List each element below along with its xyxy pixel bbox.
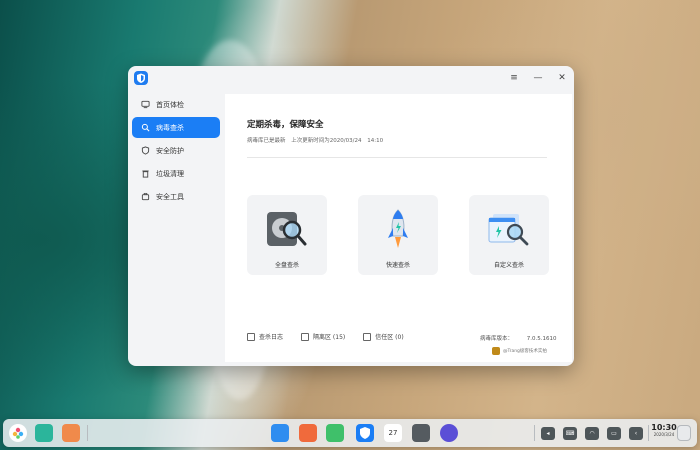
minimize-button[interactable]: — — [530, 70, 546, 86]
sidebar-item-label: 垃圾清理 — [156, 169, 184, 178]
version-value: 7.0.5.1610 — [526, 336, 557, 342]
custom-scan-card[interactable]: 自定义查杀 — [469, 195, 549, 275]
clock-date: 2020/3/24 — [653, 432, 675, 437]
sidebar-item-label: 病毒查杀 — [156, 123, 184, 132]
music-icon[interactable] — [326, 424, 344, 442]
keyboard-icon[interactable]: ⌨ — [563, 427, 577, 440]
quarantine-label: 隔离区 (15) — [313, 334, 346, 341]
trusted-zone-label: 信任区 (0) — [375, 334, 404, 341]
taskbar-dock: 27 ◂ ⌨ ◠ ▭ ‹ 10:30 2020/3/24 — [3, 419, 697, 447]
card-label: 全盘查杀 — [274, 262, 299, 269]
monitor-icon — [140, 100, 150, 110]
trust-icon — [363, 332, 372, 341]
trash-icon — [140, 169, 150, 179]
app-store-icon[interactable] — [299, 424, 317, 442]
volume-icon[interactable]: ◂ — [541, 427, 555, 440]
full-scan-card[interactable]: 全盘查杀 — [247, 195, 327, 275]
last-update-time: 14:10 — [367, 138, 384, 144]
clock[interactable]: 10:30 2020/3/24 — [651, 423, 677, 437]
file-manager-icon[interactable] — [271, 424, 289, 442]
tools-icon — [140, 192, 150, 202]
rocket-icon — [376, 208, 420, 250]
quick-scan-card[interactable]: 快速查杀 — [358, 195, 438, 275]
sidebar-item-tools[interactable]: 安全工具 — [132, 186, 220, 207]
wifi-icon[interactable]: ◠ — [585, 427, 599, 440]
titlebar: ≡ — ✕ — [128, 66, 574, 90]
sidebar-item-checkup[interactable]: 首页体检 — [132, 94, 220, 115]
sidebar-item-label: 安全防护 — [156, 146, 184, 155]
quarantine-icon — [301, 332, 310, 341]
menu-button[interactable]: ≡ — [506, 70, 522, 86]
card-label: 快速查杀 — [385, 262, 410, 269]
bottom-links: 查杀日志 隔离区 (15) 信任区 (0) — [247, 332, 422, 341]
watermark: @Trang极客技术实拍 — [492, 347, 547, 355]
security-center-icon[interactable] — [356, 424, 374, 442]
clock-time: 10:30 — [651, 423, 677, 432]
watermark-text: @Trang极客技术实拍 — [503, 349, 547, 354]
scan-log-label: 查杀日志 — [259, 334, 284, 341]
launcher-icon[interactable] — [9, 424, 27, 442]
divider — [247, 157, 547, 158]
quarantine-link[interactable]: 隔离区 (15) — [301, 332, 345, 341]
dock-separator — [534, 425, 535, 441]
app-window: ≡ — ✕ 首页体检 病毒查杀 安全防护 垃圾清理 安全工具 定期杀毒，保障安全… — [128, 66, 574, 366]
trusted-zone-link[interactable]: 信任区 (0) — [363, 332, 404, 341]
update-status: 病毒库已是最新 上次更新时间为2020/03/24 14:10 — [247, 136, 387, 144]
log-icon — [247, 332, 255, 341]
sidebar-item-protection[interactable]: 安全防护 — [132, 140, 220, 161]
multitask-view-icon[interactable] — [35, 424, 53, 442]
trash-bin-icon[interactable] — [677, 425, 691, 441]
shield-icon — [134, 71, 148, 85]
battery-icon[interactable]: ▭ — [607, 427, 621, 440]
scan-icon — [140, 123, 150, 133]
close-button[interactable]: ✕ — [554, 70, 570, 86]
disk-tool-icon[interactable] — [412, 424, 430, 442]
dock-separator — [87, 425, 88, 441]
calendar-icon[interactable]: 27 — [384, 424, 402, 442]
virus-db-version: 病毒库版本： 7.0.5.1610 — [480, 334, 557, 342]
virus-db-status: 病毒库已是最新 — [247, 138, 286, 144]
scan-log-link[interactable]: 查杀日志 — [247, 332, 283, 341]
version-label: 病毒库版本： — [480, 336, 514, 342]
settings-icon[interactable] — [440, 424, 458, 442]
custom-scan-icon — [487, 208, 531, 250]
card-label: 自定义查杀 — [493, 262, 524, 269]
main-content: 定期杀毒，保障安全 病毒库已是最新 上次更新时间为2020/03/24 14:1… — [225, 94, 572, 362]
sidebar-item-cleanup[interactable]: 垃圾清理 — [132, 163, 220, 184]
watermark-logo-icon — [492, 347, 500, 355]
dock-separator — [648, 425, 649, 441]
disk-magnifier-icon — [265, 208, 309, 250]
shield-lock-icon — [140, 146, 150, 156]
workspace-icon[interactable] — [62, 424, 80, 442]
sidebar-item-label: 首页体检 — [156, 100, 184, 109]
last-update-label: 上次更新时间为2020/03/24 — [291, 138, 362, 144]
sidebar: 首页体检 病毒查杀 安全防护 垃圾清理 安全工具 — [132, 94, 220, 209]
page-title: 定期杀毒，保障安全 — [247, 120, 324, 130]
sidebar-item-virus-scan[interactable]: 病毒查杀 — [132, 117, 220, 138]
notification-icon[interactable]: ‹ — [629, 427, 643, 440]
sidebar-item-label: 安全工具 — [156, 192, 184, 201]
